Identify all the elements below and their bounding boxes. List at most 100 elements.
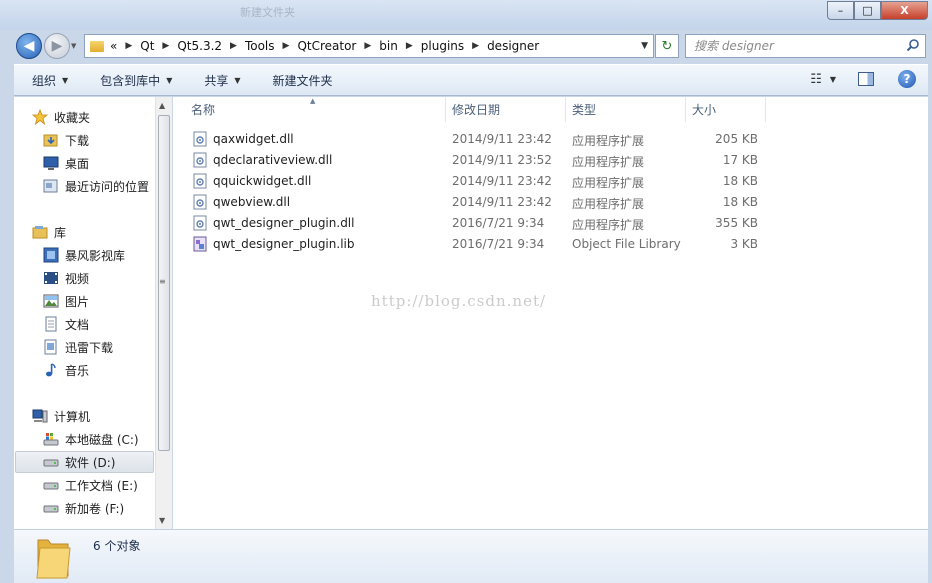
sidebar-item-computer[interactable]: 计算机 <box>32 405 172 427</box>
file-name: qdeclarativeview.dll <box>213 153 333 167</box>
chevron-right-icon[interactable]: ▶ <box>406 41 413 51</box>
chevron-down-icon: ▼ <box>166 75 173 85</box>
forward-button[interactable]: ▶ <box>44 33 70 59</box>
chevron-right-icon[interactable]: ▶ <box>283 41 290 51</box>
sidebar-item-favorites[interactable]: 收藏夹 <box>32 106 172 128</box>
sidebar-item-music[interactable]: 音乐 <box>43 359 172 381</box>
breadcrumb-designer[interactable]: designer <box>487 39 539 53</box>
item-count: 6 个对象 <box>93 539 141 553</box>
preview-pane-icon[interactable] <box>858 72 874 86</box>
chevron-right-icon[interactable]: ▶ <box>230 41 237 51</box>
breadcrumb-tools[interactable]: Tools <box>245 39 275 53</box>
command-bar: 组织 ▼ 包含到库中 ▼ 共享 ▼ 新建文件夹 ☷ ▼ ? <box>14 64 928 96</box>
file-name: qwebview.dll <box>213 195 291 209</box>
column-header-date[interactable]: 修改日期 <box>446 97 566 122</box>
sidebar-item-label: 下载 <box>65 133 90 148</box>
address-bar[interactable]: « ▶ Qt ▶ Qt5.3.2 ▶ Tools ▶ QtCreator ▶ b… <box>84 34 654 58</box>
details-pane: 6 个对象 <box>14 529 928 583</box>
change-view-button[interactable]: ☷ ▼ <box>810 72 836 87</box>
file-name: qwt_designer_plugin.lib <box>213 237 355 251</box>
column-header-size[interactable]: 大小 <box>686 97 766 122</box>
breadcrumb-bin[interactable]: bin <box>379 39 398 53</box>
sidebar-item-desktop[interactable]: 桌面 <box>43 152 172 174</box>
refresh-button[interactable]: ↻ <box>655 34 679 58</box>
breadcrumb-qt[interactable]: Qt <box>140 39 154 53</box>
dll-file-icon <box>193 215 207 231</box>
chevron-right-icon[interactable]: ▶ <box>125 41 132 51</box>
file-size: 18 KB <box>722 195 758 209</box>
sidebar-item-xunlei[interactable]: 迅雷下载 <box>43 336 172 358</box>
address-history-dropdown[interactable]: ▼ <box>641 41 648 51</box>
chevron-right-icon[interactable]: ▶ <box>364 41 371 51</box>
desktop-icon <box>43 155 59 171</box>
sidebar-item-drive-d[interactable]: 软件 (D:) <box>15 451 154 473</box>
file-row[interactable]: qaxwidget.dll 2014/9/11 23:42 应用程序扩展 205 KB <box>190 129 770 150</box>
sidebar-item-label: 计算机 <box>54 409 91 424</box>
file-type: 应用程序扩展 <box>572 197 645 211</box>
column-header-type[interactable]: 类型 <box>566 97 686 122</box>
file-row[interactable]: qwt_designer_plugin.dll 2016/7/21 9:34 应用程… <box>190 213 770 234</box>
file-row[interactable]: qwebview.dll 2014/9/11 23:42 应用程序扩展 18 KB <box>190 192 770 213</box>
scroll-up-icon[interactable]: ▲ <box>159 101 165 110</box>
column-header-name[interactable]: 名称 <box>185 97 446 122</box>
document-icon <box>43 316 59 332</box>
breadcrumb-plugins[interactable]: plugins <box>421 39 464 53</box>
star-icon <box>32 109 48 125</box>
scroll-down-icon[interactable]: ▼ <box>159 516 165 525</box>
chevron-right-icon[interactable]: ▶ <box>162 41 169 51</box>
sidebar-item-downloads[interactable]: 下载 <box>43 129 172 151</box>
sidebar-item-pictures[interactable]: 图片 <box>43 290 172 312</box>
window-controls: – □ X <box>827 1 928 20</box>
file-type: 应用程序扩展 <box>572 155 645 169</box>
search-box <box>685 34 926 58</box>
window-title: 新建文件夹 <box>240 6 295 19</box>
navigation-pane: 收藏夹 下载 桌面 最近访问的位置 库 暴风影视库 视频 图片 文档 迅雷下载 … <box>14 97 172 529</box>
sidebar-item-label: 文档 <box>65 317 90 332</box>
sidebar-item-drive-c[interactable]: 本地磁盘 (C:) <box>43 428 172 450</box>
search-icon[interactable] <box>906 38 920 52</box>
organize-label: 组织 <box>32 73 57 88</box>
include-in-library-menu[interactable]: 包含到库中 ▼ <box>82 65 186 95</box>
file-size: 355 KB <box>715 216 758 230</box>
file-row[interactable]: qquickwidget.dll 2014/9/11 23:42 应用程序扩展 18 … <box>190 171 770 192</box>
file-row[interactable]: qwt_designer_plugin.lib 2016/7/21 9:34 Obj… <box>190 234 770 255</box>
file-size: 205 KB <box>715 132 758 146</box>
sidebar-item-label: 软件 (D:) <box>65 455 116 470</box>
back-button[interactable]: ◀ <box>16 33 42 59</box>
search-input[interactable] <box>686 35 886 57</box>
help-icon[interactable]: ? <box>898 70 916 88</box>
maximize-button[interactable]: □ <box>854 1 881 20</box>
file-list: ▲ 名称 修改日期 类型 大小 qaxwidget.dll 2014/9/11 2… <box>173 97 928 529</box>
file-type: Object File Library <box>572 237 681 251</box>
close-button[interactable]: X <box>881 1 928 20</box>
breadcrumb-overflow[interactable]: « <box>110 39 117 53</box>
hard-drive-icon <box>43 477 59 493</box>
picture-icon <box>43 293 59 309</box>
file-size: 3 KB <box>730 237 758 251</box>
sidebar-item-drive-e[interactable]: 工作文档 (E:) <box>43 474 172 496</box>
chevron-down-icon: ▼ <box>234 75 241 85</box>
new-folder-button[interactable]: 新建文件夹 <box>255 65 347 95</box>
sidebar-item-drive-f[interactable]: 新加卷 (F:) <box>43 497 172 519</box>
file-row[interactable]: qdeclarativeview.dll 2014/9/11 23:52 应用程序扩… <box>190 150 770 171</box>
minimize-button[interactable]: – <box>827 1 854 20</box>
breadcrumb-qt532[interactable]: Qt5.3.2 <box>177 39 222 53</box>
share-menu[interactable]: 共享 ▼ <box>186 65 254 95</box>
view-controls: ☷ ▼ ? <box>810 70 916 88</box>
navigation-scrollbar[interactable]: ▲ ≡ ▼ <box>155 97 172 529</box>
recent-pages-dropdown[interactable]: ▼ <box>71 42 76 50</box>
sidebar-item-baofeng[interactable]: 暴风影视库 <box>43 244 172 266</box>
file-name: qaxwidget.dll <box>213 132 294 146</box>
lib-file-icon <box>193 236 207 252</box>
sidebar-item-documents[interactable]: 文档 <box>43 313 172 335</box>
folder-icon <box>36 539 71 579</box>
sidebar-item-label: 视频 <box>65 271 90 286</box>
sidebar-item-recent-places[interactable]: 最近访问的位置 <box>43 175 172 197</box>
sidebar-item-videos[interactable]: 视频 <box>43 267 172 289</box>
chevron-right-icon[interactable]: ▶ <box>472 41 479 51</box>
download-library-icon <box>43 339 59 355</box>
breadcrumb-qtcreator[interactable]: QtCreator <box>297 39 356 53</box>
share-label: 共享 <box>204 73 229 88</box>
organize-menu[interactable]: 组织 ▼ <box>14 65 82 95</box>
sidebar-item-libraries[interactable]: 库 <box>32 221 172 243</box>
